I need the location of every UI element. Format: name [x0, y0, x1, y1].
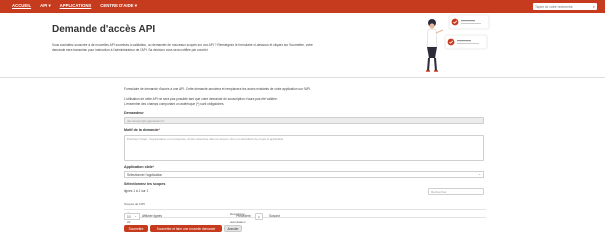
pagination-next[interactable]: Suivant [269, 214, 280, 218]
application-select[interactable]: Sélectionner l'application ⌄ [124, 171, 484, 178]
demandeur-label: Demandeur [124, 111, 144, 115]
application-label-text: Application cible [124, 165, 153, 169]
demandeur-value: demandeur@organisation.fr [127, 119, 165, 123]
table-range-info: lignes 1 à 1 sur 1 [124, 189, 149, 193]
scopes-search-input[interactable]: Rechercher [428, 188, 484, 195]
submit-new-request-button[interactable]: Soumettre et faire une nouvelle demande [150, 225, 222, 232]
form-info-3: L'ensemble des champs comportant un asté… [124, 102, 225, 106]
column-header-scope: Scopes de l'API [124, 202, 146, 206]
cancel-button[interactable]: Annuler [224, 225, 242, 232]
page-title: Demande d'accès API [52, 24, 156, 35]
top-nav-bar: ACCUEIL API ▾ APPLICATIONS CENTRE D'AIDE… [0, 0, 605, 13]
application-select-value: Sélectionner l'application [127, 173, 163, 177]
scopes-search-placeholder: Rechercher [431, 190, 447, 194]
application-label: Application cible* [124, 165, 154, 169]
scopes-label: Sélectionnez les scopes [124, 182, 166, 186]
hero-section: Demande d'accès API Vous souhaitez sousc… [0, 13, 605, 77]
required-marker: * [158, 128, 160, 132]
demandeur-field: demandeur@organisation.fr [124, 117, 484, 124]
global-search-placeholder: Tapez ici votre recherche [535, 4, 573, 9]
illustration-person-checklist [426, 14, 490, 72]
form-info-2: L'utilisation de cette API ne sera pas p… [124, 97, 278, 101]
required-marker: * [152, 165, 155, 169]
rows-per-page-select[interactable]: 10 ⌄ [124, 213, 140, 220]
motif-label: Motif de la demande* [124, 128, 160, 132]
nav-item-accueil[interactable]: ACCUEIL [12, 3, 31, 9]
scopes-table: Scopes de l'API ☐ a Description 2d autor… [124, 198, 486, 242]
page-intro: Vous souhaitez souscrire à de nouvelles … [52, 43, 313, 52]
motif-label-text: Motif de la demande [124, 128, 159, 132]
main-nav: ACCUEIL API ▾ APPLICATIONS CENTRE D'AIDE… [12, 3, 137, 9]
nav-item-centre-aide[interactable]: CENTRE D'AIDE ▾ [100, 3, 137, 9]
table-row[interactable]: ☐ a Description [124, 209, 486, 217]
row-description-cell: autorisation [230, 219, 246, 224]
rows-per-page-value: 10 [127, 215, 131, 219]
nav-item-applications[interactable]: APPLICATIONS [60, 3, 92, 9]
search-icon[interactable]: ⌕ [593, 4, 595, 9]
chevron-down-icon: ⌄ [134, 214, 137, 218]
table-row[interactable]: 2d autorisation [124, 217, 486, 225]
motif-textarea[interactable]: Précisez l'objet, l'organisation ou l'en… [124, 135, 484, 161]
motif-placeholder: Précisez l'objet, l'organisation ou l'en… [127, 137, 284, 141]
global-search-input[interactable]: Tapez ici votre recherche ⌕ [533, 3, 597, 10]
form-info-1: Formulaire de demande d'accès à une API.… [124, 87, 312, 91]
pagination-page[interactable]: 1 [255, 213, 263, 220]
row-scope-cell: 2d [127, 219, 131, 224]
submit-button[interactable]: Soumettre [124, 225, 148, 232]
nav-item-api[interactable]: API ▾ [40, 3, 51, 9]
pagination-prev[interactable]: Précédent [236, 214, 251, 218]
chevron-down-icon: ⌄ [478, 172, 481, 176]
rows-per-page-label: Afficher lignes [142, 214, 162, 218]
form-container: Formulaire de demande d'accès à une API.… [0, 77, 605, 249]
